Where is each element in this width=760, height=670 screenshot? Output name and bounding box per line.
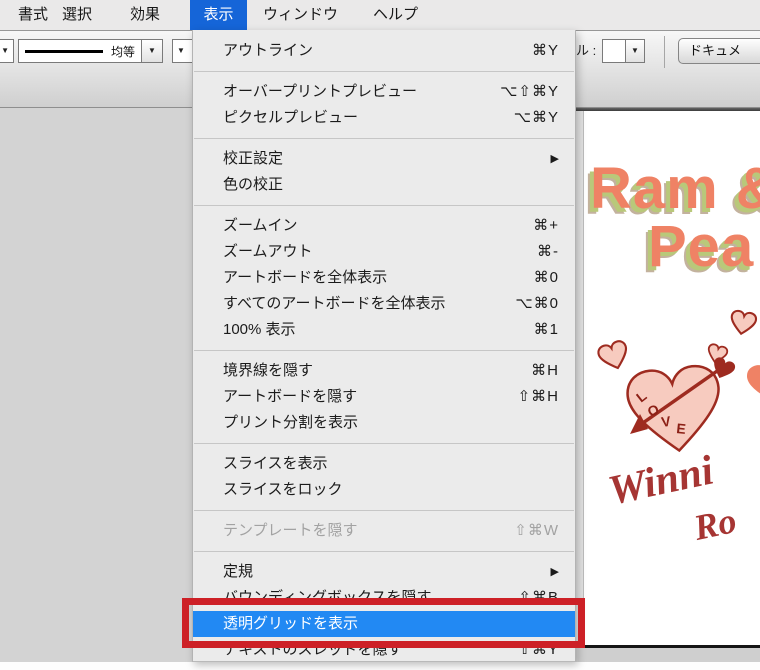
menu-item-shortcut: ⌥⇧⌘Y xyxy=(500,79,559,105)
view-menu-item-actual-size[interactable]: 100% 表示 ⌘1 xyxy=(193,317,575,343)
view-menu-item-hide-artboards[interactable]: アートボードを隠す ⇧⌘H xyxy=(193,384,575,410)
menu-item-shortcut: ⇧⌘H xyxy=(518,384,559,410)
submenu-arrow-icon: ▶ xyxy=(551,146,559,172)
chevron-down-icon: ▼ xyxy=(631,46,639,55)
menu-item-label: 100% 表示 xyxy=(223,317,296,343)
menu-item-label: テンプレートを隠す xyxy=(223,518,358,544)
menu-item-shortcut: ⌘0 xyxy=(534,265,559,291)
view-menu-item-proof-setup[interactable]: 校正設定 ▶ xyxy=(193,146,575,172)
stroke-style-dropdown-button[interactable]: ▼ xyxy=(141,39,163,63)
view-menu-item-proof-colors[interactable]: 色の校正 xyxy=(193,172,575,198)
style-swatch-dropdown-button[interactable]: ▼ xyxy=(625,39,645,63)
menubar-item-effect[interactable]: 効果 xyxy=(130,0,160,30)
submenu-arrow-icon: ▶ xyxy=(551,559,559,585)
artboard-canvas[interactable]: Ram & Pea xyxy=(584,111,760,645)
view-menu-panel: アウトライン ⌘Y オーバープリントプレビュー ⌥⇧⌘Y ピクセルプレビュー ⌥⌘Y 校正設… xyxy=(192,30,576,662)
menu-item-label: スライスをロック xyxy=(223,477,343,503)
stroke-preview-line xyxy=(25,50,103,53)
chevron-down-icon: ▼ xyxy=(148,46,156,55)
menu-item-shortcut: ⌘1 xyxy=(534,317,559,343)
menubar-item-view[interactable]: 表示 xyxy=(190,0,247,30)
menubar-item-help[interactable]: ヘルプ xyxy=(373,0,418,30)
menu-item-shortcut: ⌘+ xyxy=(533,213,559,239)
menu-item-label: ズームアウト xyxy=(223,239,313,265)
menu-item-shortcut: ⌥⌘Y xyxy=(514,105,559,131)
view-menu-item-outline[interactable]: アウトライン ⌘Y xyxy=(193,38,575,64)
menubar-item-type[interactable]: 書式 xyxy=(18,0,48,30)
chevron-down-icon: ▼ xyxy=(1,40,9,62)
toolbar-separator xyxy=(664,36,665,68)
bottom-margin xyxy=(0,662,760,670)
menu-item-label: プリント分割を表示 xyxy=(223,410,358,436)
view-menu-item-rulers[interactable]: 定規 ▶ xyxy=(193,559,575,585)
menu-item-label: ズームイン xyxy=(223,213,298,239)
menu-item-label: スライスを表示 xyxy=(223,451,328,477)
menu-separator xyxy=(193,198,575,213)
menu-separator xyxy=(193,64,575,79)
stroke-style-select[interactable]: 均等 xyxy=(18,39,142,63)
coral-heart-icon xyxy=(745,360,760,406)
menu-item-shortcut: ⌘H xyxy=(531,358,559,384)
view-menu-item-show-print-tiling[interactable]: プリント分割を表示 xyxy=(193,410,575,436)
menu-item-label: 定規 xyxy=(223,559,253,585)
menu-separator xyxy=(193,436,575,451)
view-menu-item-show-slices[interactable]: スライスを表示 xyxy=(193,451,575,477)
style-swatch[interactable] xyxy=(602,39,626,63)
menu-item-label: アートボードを隠す xyxy=(223,384,357,410)
menu-item-label: すべてのアートボードを全体表示 xyxy=(223,291,445,317)
hearts-illustration: L O V E xyxy=(584,111,760,645)
menu-separator xyxy=(193,343,575,358)
illustrator-window: 書式 選択 効果 表示 ウィンドウ ヘルプ ▼ 均等 ▼ ▼ ル : ▼ ドキュ… xyxy=(0,0,760,670)
view-menu-item-hide-template: テンプレートを隠す ⇧⌘W xyxy=(193,518,575,544)
view-menu-item-zoom-in[interactable]: ズームイン ⌘+ xyxy=(193,213,575,239)
document-setup-button[interactable]: ドキュメ xyxy=(678,38,760,64)
style-label: ル : xyxy=(576,39,596,63)
menu-item-label: ピクセルプレビュー xyxy=(223,105,358,131)
view-menu-item-pixel-preview[interactable]: ピクセルプレビュー ⌥⌘Y xyxy=(193,105,575,131)
menu-separator xyxy=(193,503,575,518)
document-window: Ram & Pea xyxy=(576,104,760,662)
clipped-dropdown-left[interactable]: ▼ xyxy=(0,39,14,63)
document-window-bottom-strip xyxy=(578,648,760,662)
menu-item-label: オーバープリントプレビュー xyxy=(223,79,417,105)
menu-item-label: 境界線を隠す xyxy=(223,358,313,384)
menu-bar: 書式 選択 効果 表示 ウィンドウ ヘルプ xyxy=(0,0,760,31)
menu-item-label: 色の校正 xyxy=(223,172,283,198)
view-menu-item-fit-artboard-in-window[interactable]: アートボードを全体表示 ⌘0 xyxy=(193,265,575,291)
menubar-item-window[interactable]: ウィンドウ xyxy=(263,0,338,30)
view-menu-item-lock-slices[interactable]: スライスをロック xyxy=(193,477,575,503)
menu-item-shortcut: ⇧⌘W xyxy=(514,518,559,544)
small-heart-icon xyxy=(597,339,632,372)
menu-item-shortcut: ⌥⌘0 xyxy=(515,291,559,317)
view-menu-item-zoom-out[interactable]: ズームアウト ⌘- xyxy=(193,239,575,265)
artwork-script-line2: Ro xyxy=(690,499,740,549)
menu-item-label: アウトライン xyxy=(223,38,313,64)
menu-item-label: アートボードを全体表示 xyxy=(223,265,387,291)
view-menu-item-hide-edges[interactable]: 境界線を隠す ⌘H xyxy=(193,358,575,384)
menu-item-shortcut: ⌘- xyxy=(537,239,559,265)
menu-separator xyxy=(193,544,575,559)
annotation-highlight-box xyxy=(182,598,585,648)
love-letter: E xyxy=(676,420,687,437)
menu-separator xyxy=(193,131,575,146)
stroke-style-value: 均等 xyxy=(111,43,135,60)
chevron-down-icon: ▼ xyxy=(177,40,185,62)
menu-item-label: 校正設定 xyxy=(223,146,283,172)
view-menu-item-fit-all-artboards-in-window[interactable]: すべてのアートボードを全体表示 ⌥⌘0 xyxy=(193,291,575,317)
menu-item-shortcut: ⌘Y xyxy=(532,38,559,64)
menubar-item-select[interactable]: 選択 xyxy=(62,0,92,30)
view-menu-item-overprint-preview[interactable]: オーバープリントプレビュー ⌥⇧⌘Y xyxy=(193,79,575,105)
small-heart-icon xyxy=(729,310,757,336)
canvas-left-edge xyxy=(576,111,584,645)
